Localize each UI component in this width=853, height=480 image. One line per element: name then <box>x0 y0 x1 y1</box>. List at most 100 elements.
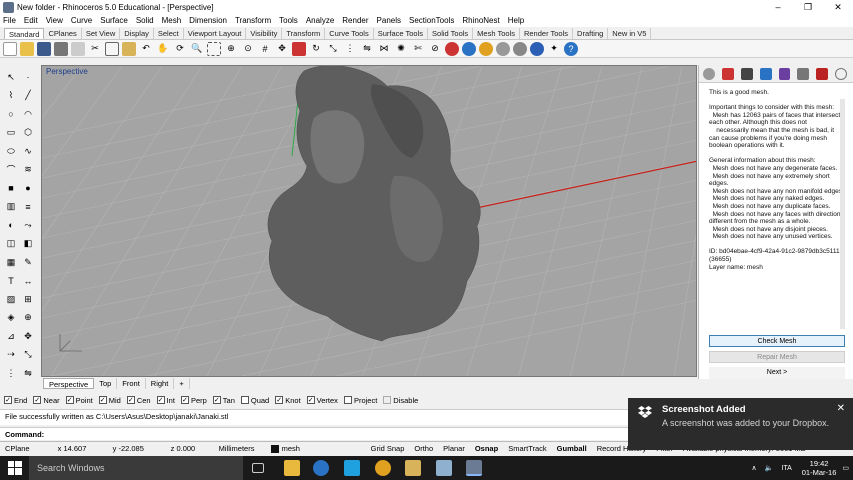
osnap-checkbox[interactable] <box>240 396 249 404</box>
fillet-icon[interactable]: ⌒ <box>4 163 18 177</box>
osnap-checkbox[interactable] <box>343 396 352 404</box>
block-icon[interactable]: ◈ <box>4 311 18 325</box>
tray-chevron-icon[interactable]: ∧ <box>752 464 757 472</box>
menu-solid[interactable]: Solid <box>136 16 154 25</box>
menu-mesh[interactable]: Mesh <box>162 16 182 25</box>
tab-right[interactable]: Right <box>146 378 175 389</box>
repair-mesh-button[interactable]: Repair Mesh <box>709 351 845 363</box>
pan-icon[interactable]: ✋ <box>156 42 170 56</box>
osnap-checkbox[interactable]: ✓ <box>156 396 165 404</box>
extrude-icon[interactable]: ▥ <box>4 200 18 214</box>
tab-new-in-v5[interactable]: New in V5 <box>608 28 652 39</box>
status-osnap[interactable]: Osnap <box>470 444 503 453</box>
move-icon[interactable]: ⇢ <box>4 348 18 362</box>
osnap-checkbox[interactable] <box>383 396 392 404</box>
rotate-objects-icon[interactable]: ↻ <box>309 42 323 56</box>
scale-icon[interactable]: ⤡ <box>326 42 340 56</box>
point-icon[interactable]: · <box>21 70 35 84</box>
tab-select[interactable]: Select <box>154 28 184 39</box>
array-icon[interactable]: ⋮ <box>343 42 357 56</box>
tab-front[interactable]: Front <box>117 378 146 389</box>
edit-points-icon[interactable]: ✎ <box>21 255 35 269</box>
zoom-icon[interactable]: 🔍 <box>190 42 204 56</box>
gumball-icon[interactable]: ✥ <box>21 329 35 343</box>
copy-objects-icon[interactable] <box>292 41 306 56</box>
tab-curve-tools[interactable]: Curve Tools <box>325 28 374 39</box>
material-icon[interactable] <box>530 41 544 56</box>
select-arrow-icon[interactable]: ↖ <box>4 70 18 84</box>
task-view-icon[interactable] <box>252 463 264 473</box>
viewport-label[interactable]: Perspective <box>46 67 88 76</box>
chrome-icon[interactable] <box>375 460 391 476</box>
render-icon[interactable] <box>479 41 493 56</box>
tab-display[interactable]: Display <box>120 28 154 39</box>
menu-rhinonest[interactable]: RhinoNest <box>462 16 499 25</box>
light-icon[interactable]: ✦ <box>547 42 561 56</box>
menu-surface[interactable]: Surface <box>100 16 128 25</box>
save-icon[interactable] <box>37 41 51 56</box>
taskbar-search-box[interactable]: Search Windows <box>29 456 243 480</box>
import-icon[interactable] <box>71 41 85 56</box>
trim-icon[interactable]: ✄ <box>411 42 425 56</box>
help-icon[interactable]: ? <box>564 41 578 56</box>
offset-icon[interactable]: ≋ <box>21 163 35 177</box>
tab-drafting[interactable]: Drafting <box>573 28 609 39</box>
lights-panel-icon[interactable] <box>797 67 810 80</box>
status-units[interactable]: Millimeters <box>214 444 266 453</box>
loft-icon[interactable]: ≡ <box>21 200 35 214</box>
osnap-point[interactable]: ✓ Point <box>65 396 93 405</box>
polyline-icon[interactable]: ⌇ <box>4 89 18 103</box>
osnap-knot[interactable]: ✓ Knot <box>275 396 301 405</box>
osnap-end[interactable]: ✓ End <box>4 396 27 405</box>
status-smarttrack[interactable]: SmartTrack <box>503 444 551 453</box>
tab-viewport-layout[interactable]: Viewport Layout <box>184 28 247 39</box>
network-app-icon[interactable] <box>436 460 452 476</box>
maximize-button[interactable]: ❐ <box>793 0 823 14</box>
zoom-selected-icon[interactable]: ⊙ <box>241 42 255 56</box>
menu-edit[interactable]: Edit <box>24 16 38 25</box>
volume-icon[interactable]: 🔈 <box>765 464 774 472</box>
osnap-checkbox[interactable]: ✓ <box>65 396 74 404</box>
paste-icon[interactable] <box>122 41 136 56</box>
tab-cplanes[interactable]: CPlanes <box>44 28 82 39</box>
tab-render-tools[interactable]: Render Tools <box>520 28 574 39</box>
mirror-icon[interactable]: ⇋ <box>21 366 35 380</box>
menu-help[interactable]: Help <box>508 16 524 25</box>
tab-visibility[interactable]: Visibility <box>246 28 283 39</box>
osnap-vertex[interactable]: ✓ Vertex <box>306 396 338 405</box>
split-icon[interactable]: ⊘ <box>428 42 442 56</box>
menu-view[interactable]: View <box>46 16 63 25</box>
osnap-project[interactable]: Project <box>343 396 377 405</box>
taskbar-clock[interactable]: 19:42 01-Mar-16 <box>796 459 843 477</box>
settings-panel-icon[interactable] <box>835 67 848 80</box>
mirror-icon[interactable]: ⇋ <box>360 42 374 56</box>
help-panel-icon[interactable] <box>759 67 772 80</box>
rotate-view-icon[interactable]: ⟳ <box>173 42 187 56</box>
print-icon[interactable] <box>54 41 68 56</box>
status-planar[interactable]: Planar <box>438 444 470 453</box>
boolean-icon[interactable]: ◧ <box>21 237 35 251</box>
rhino-taskbar-icon[interactable] <box>466 460 482 476</box>
menu-transform[interactable]: Transform <box>235 16 271 25</box>
report-scrollbar[interactable] <box>840 99 845 329</box>
text-icon[interactable]: T <box>4 274 18 288</box>
new-file-icon[interactable] <box>3 41 17 56</box>
menu-sectiontools[interactable]: SectionTools <box>409 16 454 25</box>
copy-icon[interactable] <box>105 41 119 56</box>
c-app-icon[interactable] <box>344 460 360 476</box>
tab-set-view[interactable]: Set View <box>82 28 121 39</box>
check-mesh-button[interactable]: Check Mesh <box>709 335 845 347</box>
notification-close-icon[interactable]: ✕ <box>837 403 845 414</box>
tab-mesh-tools[interactable]: Mesh Tools <box>473 28 520 39</box>
osnap-checkbox[interactable]: ✓ <box>275 396 284 404</box>
undo-icon[interactable]: ↶ <box>139 42 153 56</box>
line-icon[interactable]: ╱ <box>21 89 35 103</box>
properties-panel-icon[interactable] <box>703 67 715 80</box>
zoom-window-icon[interactable] <box>207 41 221 56</box>
hatch-icon[interactable]: ▨ <box>4 292 18 306</box>
osnap-quad[interactable]: Quad <box>240 396 269 405</box>
tab-transform[interactable]: Transform <box>282 28 326 39</box>
next-button[interactable]: Next > <box>709 367 845 379</box>
shade-icon[interactable] <box>513 41 527 56</box>
revolve-icon[interactable]: ◐ <box>4 218 18 232</box>
